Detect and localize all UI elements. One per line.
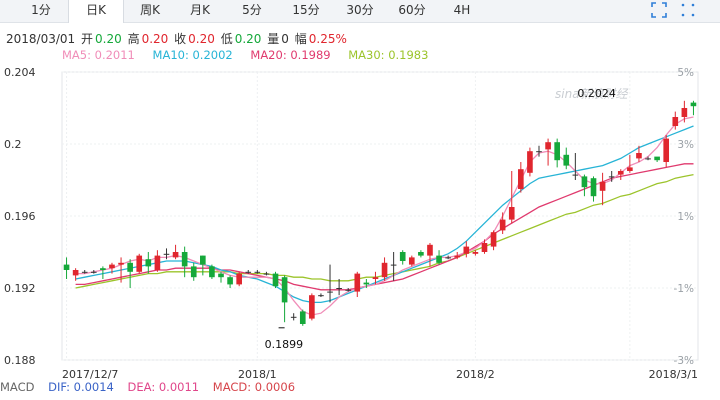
candle-body: [536, 151, 542, 153]
candle-body: [127, 262, 133, 272]
candle-body: [645, 158, 651, 160]
high-price-annotation: 0.2024: [577, 87, 616, 100]
pct-tick-label: -1%: [674, 283, 694, 295]
candle-body: [590, 178, 597, 197]
candle-body: [181, 252, 188, 267]
candle-body: [227, 277, 233, 285]
candle-body: [608, 176, 615, 178]
low-price-annotation: 0.1899: [265, 338, 304, 351]
macd-legend: MACD DIF: 0.0014 DEA: 0.0011 MACD: 0.000…: [0, 380, 305, 394]
candle-body: [327, 291, 333, 293]
candle-body: [318, 295, 324, 297]
candle-body: [499, 219, 506, 231]
candle-body: [518, 169, 524, 189]
candle-body: [72, 270, 79, 276]
candle-body: [236, 273, 242, 285]
candle-body: [345, 289, 352, 291]
candle-body: [427, 244, 433, 256]
candle-body: [563, 154, 570, 166]
candle-body: [290, 316, 297, 318]
pct-tick-label: 3%: [677, 139, 694, 151]
candle-body: [118, 262, 124, 265]
candle-body: [463, 246, 470, 254]
macd-dea: DEA: 0.0011: [127, 380, 200, 394]
candle-body: [109, 264, 115, 269]
candle-body: [490, 232, 497, 247]
x-tick-label: 2018/2: [456, 368, 495, 381]
candle-body: [200, 255, 206, 265]
candle-body: [390, 264, 397, 266]
candle-body: [454, 255, 461, 258]
candle-body: [63, 264, 70, 270]
candle-body: [599, 181, 606, 191]
candle-body: [272, 273, 279, 287]
candle-body: [436, 255, 442, 263]
candle-body: [299, 311, 306, 324]
candle-body: [81, 271, 88, 273]
y-tick-label: 0.2: [4, 138, 22, 151]
candle-body: [90, 271, 97, 273]
candle-body: [617, 171, 624, 175]
candle-body: [627, 167, 633, 171]
candle-body: [136, 255, 143, 272]
candle-body: [336, 288, 342, 289]
candle-body: [209, 266, 215, 278]
candle-body: [672, 117, 679, 126]
candle-body: [254, 271, 261, 273]
candle-body: [190, 266, 197, 278]
candle-body: [581, 176, 588, 188]
candle-body: [309, 295, 315, 319]
candle-body: [408, 257, 415, 265]
candle-body: [100, 268, 106, 270]
y-tick-label: 0.188: [4, 354, 36, 367]
candle-body: [354, 273, 361, 292]
candle-body: [163, 253, 170, 255]
candle-body: [508, 207, 515, 220]
pct-tick-label: -3%: [674, 355, 694, 367]
candle-body: [172, 252, 179, 258]
candle-body: [263, 273, 270, 275]
macd-dif: DIF: 0.0014: [48, 380, 114, 394]
candle-body: [445, 257, 451, 259]
x-tick-label: 2018/3/1: [649, 368, 698, 381]
candle-body: [527, 151, 533, 173]
candle-body: [572, 174, 579, 176]
candle-body: [363, 282, 370, 285]
candle-body: [245, 271, 252, 273]
candle-body: [690, 102, 697, 107]
candle-body: [481, 243, 488, 252]
candle-body: [663, 138, 670, 162]
candle-body: [681, 108, 688, 117]
candle-body: [554, 142, 560, 161]
kline-chart: 0.204 5%0.2 3%0.196 1%0.192 -1%0.188 -3%2017/…: [4, 66, 699, 381]
pct-tick-label: 1%: [677, 211, 694, 223]
candle-body: [654, 156, 660, 161]
candle-body: [399, 252, 406, 261]
ma5-line: [75, 116, 694, 316]
candle-body: [372, 277, 379, 279]
candle-body: [281, 277, 288, 303]
y-tick-label: 0.192: [4, 282, 36, 295]
pct-tick-label: 5%: [677, 67, 694, 79]
candle-body: [218, 273, 224, 278]
y-tick-label: 0.196: [4, 210, 36, 223]
candle-body: [154, 255, 161, 270]
macd-value: MACD: 0.0006: [212, 380, 296, 394]
candle-body: [472, 252, 479, 254]
macd-label: MACD: [0, 380, 35, 394]
candle-body: [145, 259, 152, 267]
candle-body: [418, 252, 424, 256]
candle-body: [545, 142, 551, 150]
y-tick-label: 0.204: [4, 66, 36, 79]
candle-body: [636, 153, 642, 159]
candle-body: [381, 262, 388, 278]
